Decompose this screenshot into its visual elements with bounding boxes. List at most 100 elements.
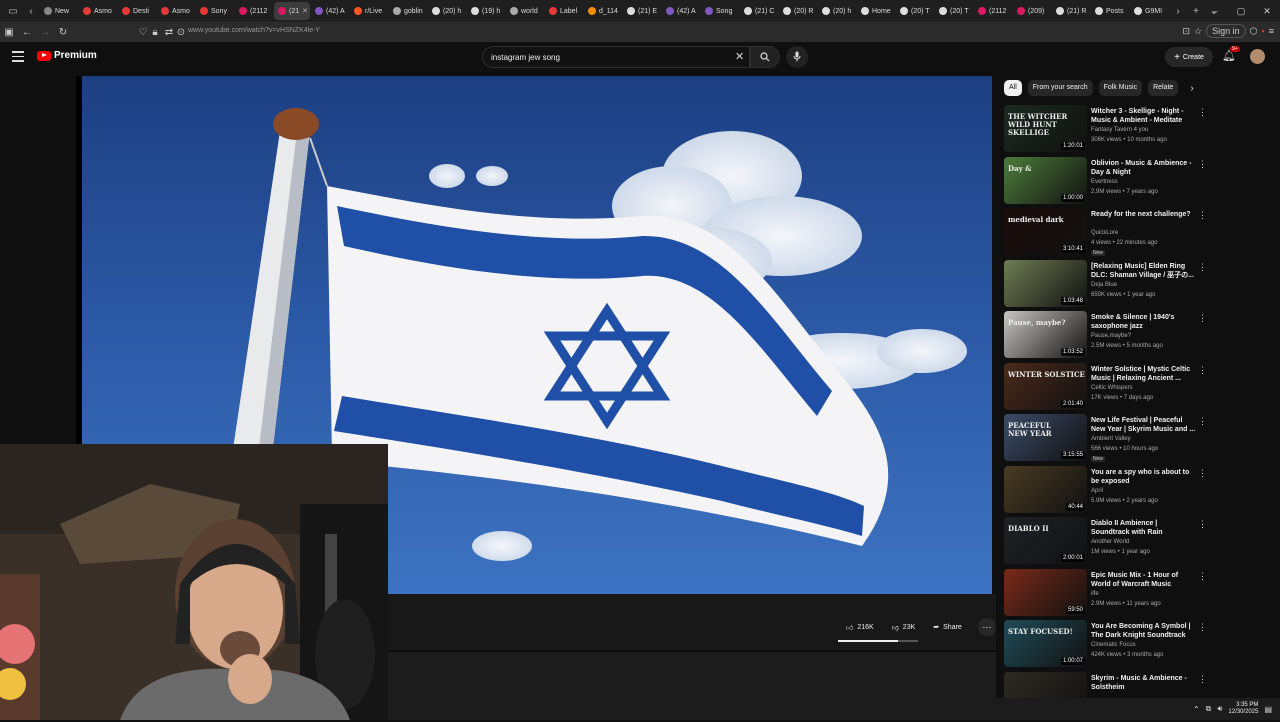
chip-from-your-search[interactable]: From your search bbox=[1028, 80, 1093, 96]
back-icon[interactable]: ← bbox=[18, 27, 36, 38]
browser-tab[interactable]: (21) E bbox=[623, 2, 661, 20]
sign-in-button[interactable]: Sign in bbox=[1206, 24, 1246, 38]
video-options-icon[interactable]: ⋮ bbox=[1198, 210, 1207, 221]
voice-search-button[interactable] bbox=[786, 46, 808, 68]
browser-tab[interactable]: goblin bbox=[389, 2, 427, 20]
browser-tab[interactable]: (20) h bbox=[428, 2, 466, 20]
video-options-icon[interactable]: ⋮ bbox=[1198, 468, 1207, 479]
recommended-video[interactable]: Pause, maybe?1:03:52Smoke & Silence | 19… bbox=[1004, 310, 1214, 362]
video-thumbnail[interactable]: medieval dark3:10:41 bbox=[1004, 208, 1087, 255]
browser-tab[interactable]: (20) T bbox=[935, 2, 973, 20]
browser-tab[interactable]: (21) C bbox=[740, 2, 778, 20]
close-window-icon[interactable]: ✕ bbox=[1254, 6, 1280, 17]
video-title[interactable]: Winter Solstice | Mystic Celtic Music | … bbox=[1091, 365, 1196, 383]
video-thumbnail[interactable]: PEACEFUL NEW YEAR3:15:55 bbox=[1004, 414, 1087, 461]
video-thumbnail[interactable]: DIABLO II2:00:01 bbox=[1004, 517, 1087, 564]
video-thumbnail[interactable]: 59:50 bbox=[1004, 569, 1087, 616]
video-title[interactable]: You Are Becoming A Symbol | The Dark Kni… bbox=[1091, 622, 1196, 640]
menu-icon[interactable]: ≡ bbox=[1269, 26, 1274, 36]
video-title[interactable]: Epic Music Mix - 1 Hour of World of Warc… bbox=[1091, 571, 1196, 589]
extensions-icon[interactable]: ⬡ bbox=[1250, 26, 1258, 37]
recommended-video[interactable]: DIABLO II2:00:01Diablo II Ambience | Sou… bbox=[1004, 516, 1214, 568]
recommended-video[interactable]: Day &1:00:00Oblivion - Music & Ambience … bbox=[1004, 156, 1214, 208]
video-title[interactable]: Smoke & Silence | 1940's saxophone jazz bbox=[1091, 313, 1196, 331]
browser-tab[interactable]: (2112 bbox=[974, 2, 1012, 20]
video-thumbnail[interactable]: STAY FOCUSED!1:00:07 bbox=[1004, 620, 1087, 667]
browser-tab[interactable]: Desti bbox=[118, 2, 156, 20]
browser-tab[interactable]: (19) h bbox=[467, 2, 505, 20]
youtube-logo[interactable]: Premium bbox=[37, 50, 97, 61]
search-button[interactable] bbox=[750, 46, 780, 68]
video-title[interactable]: [Relaxing Music] Elden Ring DLC: Shaman … bbox=[1091, 262, 1196, 280]
chip-folk-music[interactable]: Folk Music bbox=[1099, 80, 1142, 96]
browser-tab[interactable]: (20) h bbox=[818, 2, 856, 20]
reader-view-icon[interactable]: ⊡ bbox=[1183, 26, 1191, 37]
extension-icon[interactable]: ▪ bbox=[1262, 26, 1265, 36]
tab-scroll-right-icon[interactable]: › bbox=[1169, 2, 1187, 20]
video-options-icon[interactable]: ⋮ bbox=[1198, 571, 1207, 582]
video-options-icon[interactable]: ⋮ bbox=[1198, 313, 1207, 324]
reload-icon[interactable]: ↻ bbox=[54, 27, 72, 38]
video-thumbnail[interactable]: Pause, maybe?1:03:52 bbox=[1004, 311, 1087, 358]
share-button[interactable]: ➦ Share bbox=[927, 618, 968, 636]
url-field[interactable]: www.youtube.com/watch?v=vHSNZK4le-Y bbox=[188, 27, 320, 34]
video-title[interactable]: Witcher 3 - Skellige - Night - Music & A… bbox=[1091, 107, 1196, 126]
hamburger-menu-icon[interactable] bbox=[12, 51, 24, 65]
chip-related[interactable]: Relate bbox=[1148, 80, 1178, 96]
video-options-icon[interactable]: ⋮ bbox=[1198, 519, 1207, 530]
browser-tab[interactable]: Sony bbox=[196, 2, 234, 20]
browser-tab[interactable]: world bbox=[506, 2, 544, 20]
recommended-video[interactable]: 40:44You are a spy who is about to be ex… bbox=[1004, 465, 1214, 517]
video-title[interactable]: Skyrim - Music & Ambience - Solstheim bbox=[1091, 674, 1196, 692]
chevron-right-icon[interactable]: › bbox=[1190, 83, 1193, 94]
browser-tab[interactable]: (42) A bbox=[311, 2, 349, 20]
recommended-video[interactable]: WINTER SOLSTICE2:01:40Winter Solstice | … bbox=[1004, 362, 1214, 414]
browser-tab[interactable]: Asmo bbox=[79, 2, 117, 20]
dislike-button[interactable]: 👎︎ 23K bbox=[886, 618, 922, 636]
browser-tab[interactable]: (21✕ bbox=[274, 2, 310, 20]
maximize-icon[interactable]: ▢ bbox=[1228, 6, 1254, 17]
tab-scroll-left-icon[interactable]: ‹ bbox=[22, 2, 40, 20]
video-title[interactable]: You are a spy who is about to be exposed bbox=[1091, 468, 1196, 486]
recommended-video[interactable]: STAY FOCUSED!1:00:07You Are Becoming A S… bbox=[1004, 619, 1214, 671]
volume-icon[interactable]: 🔊︎ bbox=[1217, 704, 1222, 714]
browser-tab[interactable]: (209) bbox=[1013, 2, 1051, 20]
close-tab-icon[interactable]: ✕ bbox=[302, 7, 308, 15]
browser-tab[interactable]: (20) R bbox=[779, 2, 817, 20]
browser-tab[interactable]: d_114 bbox=[584, 2, 622, 20]
video-thumbnail[interactable]: THE WITCHER WILD HUNT SKELLIGE1:20:01 bbox=[1004, 105, 1087, 152]
browser-tab[interactable]: r/Live bbox=[350, 2, 388, 20]
browser-tab[interactable]: Posts bbox=[1091, 2, 1129, 20]
video-options-icon[interactable]: ⋮ bbox=[1198, 622, 1207, 633]
minimize-icon[interactable]: – bbox=[1202, 6, 1228, 16]
network-icon[interactable]: ⧉ bbox=[1206, 704, 1212, 714]
forward-icon[interactable]: → bbox=[36, 27, 54, 38]
recommended-video[interactable]: THE WITCHER WILD HUNT SKELLIGE1:20:01Wit… bbox=[1004, 104, 1214, 156]
browser-tab[interactable]: Home bbox=[857, 2, 895, 20]
browser-tab[interactable]: (42) A bbox=[662, 2, 700, 20]
search-input[interactable]: instagram jew song bbox=[482, 46, 750, 68]
description-box[interactable] bbox=[388, 652, 996, 698]
clear-search-icon[interactable]: ✕ bbox=[735, 50, 744, 63]
browser-tab[interactable]: G9MI bbox=[1130, 2, 1168, 20]
video-thumbnail[interactable]: WINTER SOLSTICE2:01:40 bbox=[1004, 363, 1087, 410]
browser-tab[interactable]: New bbox=[40, 2, 78, 20]
create-button[interactable]: + Create bbox=[1165, 47, 1213, 67]
more-actions-button[interactable]: ⋯ bbox=[978, 618, 996, 636]
system-clock[interactable]: 3:35 PM 12/30/2025 bbox=[1228, 702, 1258, 716]
video-title[interactable]: New Life Festival | Peaceful New Year | … bbox=[1091, 416, 1196, 434]
browser-tab[interactable]: (21) R bbox=[1052, 2, 1090, 20]
chip-all[interactable]: All bbox=[1004, 80, 1022, 96]
browser-tab[interactable]: Asmo bbox=[157, 2, 195, 20]
recommended-video[interactable]: 59:50Epic Music Mix - 1 Hour of World of… bbox=[1004, 568, 1214, 620]
browser-tab[interactable]: (20) T bbox=[896, 2, 934, 20]
browser-tab[interactable]: (2112 bbox=[235, 2, 273, 20]
browser-tab[interactable]: Song bbox=[701, 2, 739, 20]
sidebar-icon[interactable]: ▣ bbox=[0, 27, 18, 38]
notification-center-icon[interactable]: ▤ bbox=[1264, 705, 1272, 714]
video-thumbnail[interactable]: 40:44 bbox=[1004, 466, 1087, 513]
browser-tab[interactable]: Label bbox=[545, 2, 583, 20]
video-thumbnail[interactable]: Day &1:00:00 bbox=[1004, 157, 1087, 204]
recommended-video[interactable]: PEACEFUL NEW YEAR3:15:55New Life Festiva… bbox=[1004, 413, 1214, 465]
video-options-icon[interactable]: ⋮ bbox=[1198, 365, 1207, 376]
